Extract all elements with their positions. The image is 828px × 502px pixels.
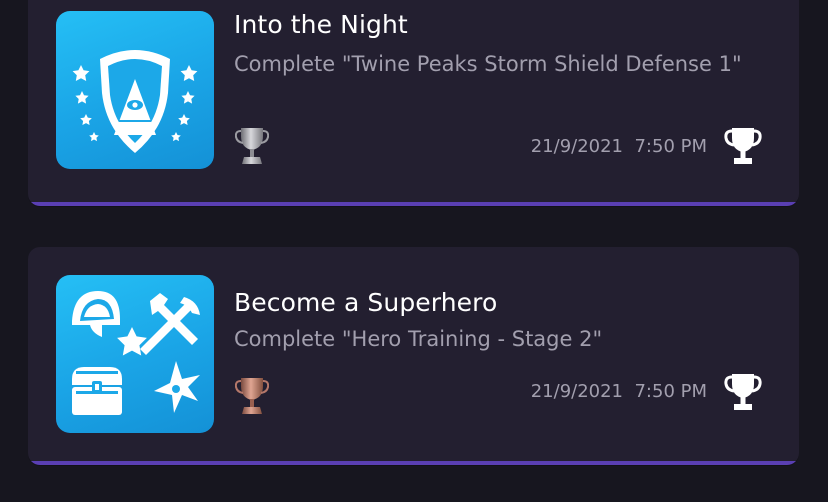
- trophy-description: Complete "Hero Training - Stage 2": [234, 327, 603, 351]
- trophy-cup-icon[interactable]: [724, 372, 762, 412]
- unlock-date: 21/9/2021: [530, 381, 624, 402]
- unlock-time: 7:50 PM: [634, 136, 707, 157]
- unlock-timestamp: 21/9/2021 7:50 PM: [531, 381, 707, 402]
- shield-pyramid-eye-icon: [56, 11, 214, 169]
- trophy-card[interactable]: Become a Superhero Complete "Hero Traini…: [28, 247, 799, 465]
- unlock-time: 7:50 PM: [634, 381, 707, 402]
- trophy-title: Become a Superhero: [234, 288, 498, 317]
- trophy-card[interactable]: Into the Night Complete "Twine Peaks Sto…: [28, 0, 799, 206]
- hero-tools-icon: [56, 275, 214, 433]
- trophy-description: Complete "Twine Peaks Storm Shield Defen…: [234, 52, 742, 76]
- trophy-cup-icon[interactable]: [724, 126, 762, 166]
- bronze-trophy-icon: [234, 375, 270, 417]
- unlock-date: 21/9/2021: [530, 136, 624, 157]
- silver-trophy-icon: [234, 125, 270, 167]
- trophy-title: Into the Night: [234, 10, 408, 39]
- unlock-timestamp: 21/9/2021 7:50 PM: [531, 136, 707, 157]
